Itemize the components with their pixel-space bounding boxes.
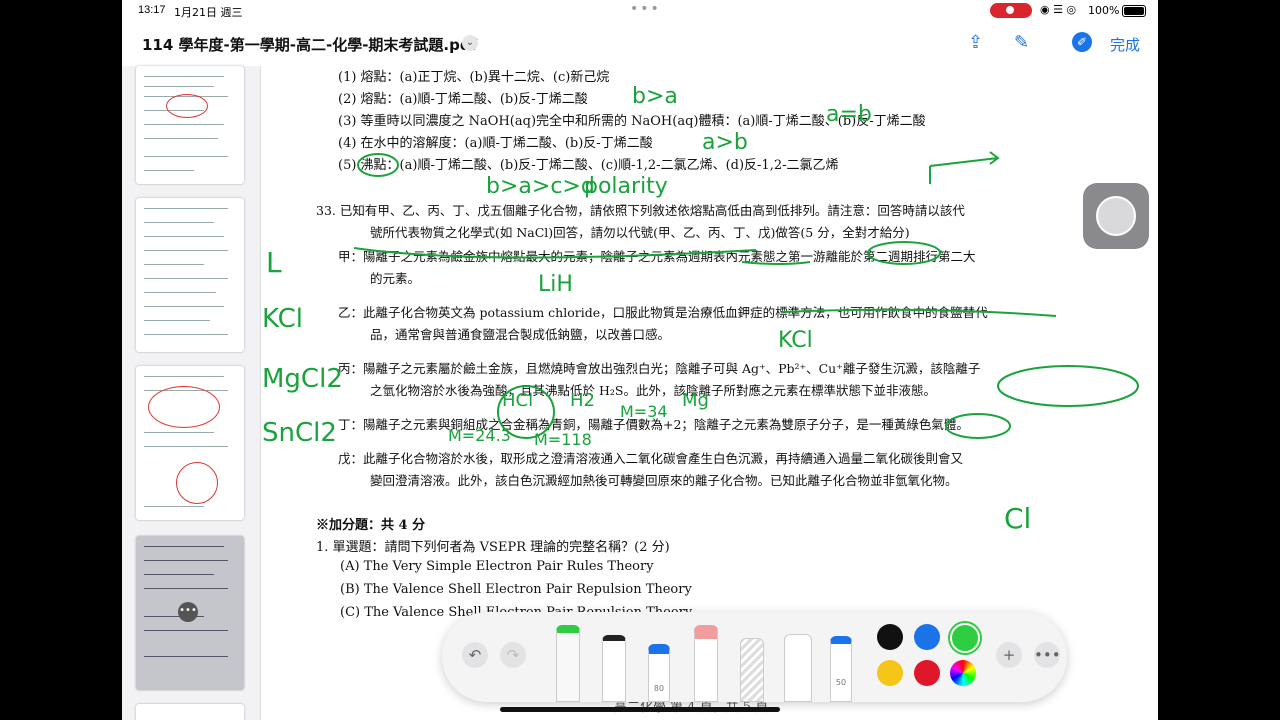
status-date: 1月21日 週三	[174, 6, 243, 19]
page-thumbnails-sidebar: •••	[122, 66, 261, 720]
status-bar: 13:17 1月21日 週三 ••• ◉ ☰ ◎ 100%	[122, 0, 1158, 22]
screen-recording-indicator[interactable]	[990, 3, 1032, 18]
fineliner-tool[interactable]	[602, 635, 626, 702]
thumbnail-more-icon[interactable]: •••	[178, 602, 198, 622]
share-icon[interactable]: ⇪	[968, 32, 983, 53]
page-thumbnail-3[interactable]	[136, 66, 244, 184]
document-toolbar: 114 學年度-第一學期-高二-化學-期末考試題.pdf ⌄ ⇪ ✎ ✐ 完成	[122, 22, 1158, 66]
color-blue[interactable]	[914, 624, 940, 650]
ruler-tool[interactable]	[784, 634, 812, 702]
pencil-markup-icon[interactable]: ✐	[1072, 32, 1092, 52]
page-thumbnail-5[interactable]	[136, 366, 244, 520]
markup-icon[interactable]: ✎	[1014, 32, 1029, 53]
eraser-tool[interactable]	[694, 625, 718, 702]
color-picker-icon[interactable]	[950, 660, 976, 686]
multitask-dots-icon[interactable]: •••	[630, 1, 661, 17]
page-thumbnail-6-selected[interactable]: •••	[136, 536, 244, 690]
lasso-tool[interactable]	[740, 638, 764, 702]
undo-icon[interactable]: ↶	[462, 642, 488, 668]
color-green-selected[interactable]	[950, 623, 980, 653]
more-options-icon[interactable]: •••	[1034, 642, 1061, 668]
page-thumbnail-7[interactable]	[136, 704, 244, 720]
page-thumbnail-4[interactable]	[136, 198, 244, 352]
pen-tool[interactable]	[556, 625, 580, 702]
document-title[interactable]: 114 學年度-第一學期-高二-化學-期末考試題.pdf	[142, 34, 477, 55]
home-indicator[interactable]	[500, 707, 780, 712]
pencil-size-label: 50	[835, 678, 847, 687]
status-time: 13:17	[138, 4, 166, 16]
pencil-tool[interactable]: 50	[830, 636, 852, 702]
add-icon[interactable]: +	[996, 642, 1022, 668]
wifi-icon: ◉ ☰ ◎	[1040, 3, 1077, 16]
assistive-touch-button[interactable]	[1083, 183, 1149, 249]
marker-tool[interactable]: 80	[648, 644, 670, 702]
done-button[interactable]: 完成	[1110, 34, 1140, 55]
color-red[interactable]	[914, 660, 940, 686]
battery-percent: 100%	[1088, 4, 1120, 17]
markup-tool-palette: ↶ ↷ 80 50 + •••	[442, 612, 1067, 702]
battery-icon	[1122, 5, 1146, 17]
marker-size-label: 80	[653, 684, 665, 693]
color-yellow[interactable]	[877, 660, 903, 686]
color-black[interactable]	[877, 624, 903, 650]
redo-icon[interactable]: ↷	[500, 642, 526, 668]
ipad-screen: 13:17 1月21日 週三 ••• ◉ ☰ ◎ 100% 114 學年度-第一…	[122, 0, 1158, 720]
chevron-down-icon[interactable]: ⌄	[462, 35, 478, 51]
